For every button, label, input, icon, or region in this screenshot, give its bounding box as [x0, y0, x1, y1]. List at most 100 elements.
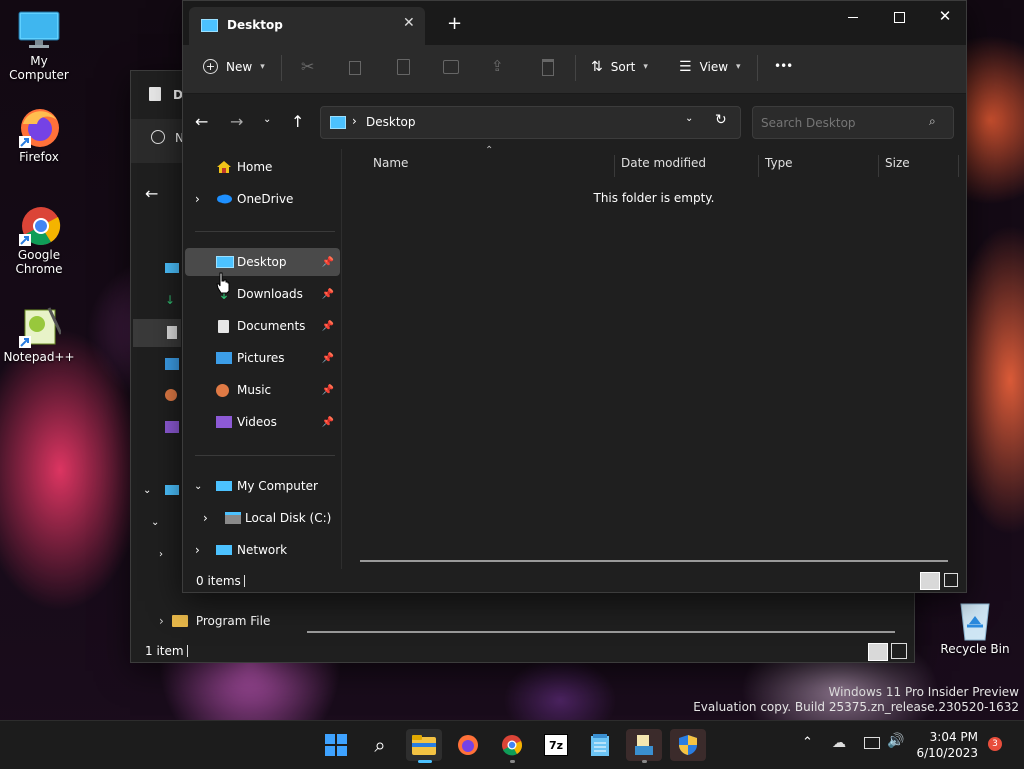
desktop-icon-my-computer[interactable]: My Computer	[1, 8, 77, 82]
new-button-label: New	[226, 59, 253, 74]
desktop-icon-firefox[interactable]: Firefox	[1, 104, 77, 164]
back-arrow-icon[interactable]: ←	[145, 184, 158, 203]
taskbar-file-explorer[interactable]	[406, 729, 442, 763]
nav-item-documents[interactable]: Documents 📌	[185, 312, 340, 340]
search-input[interactable]	[759, 113, 923, 133]
nav-item-onedrive[interactable]: › OneDrive	[185, 185, 340, 213]
address-dropdown-icon[interactable]: ⌄	[685, 113, 693, 124]
view-button[interactable]: ☰ View ▾	[679, 59, 741, 75]
address-bar[interactable]: › Desktop ⌄ ↻	[320, 106, 741, 139]
taskbar-firefox[interactable]	[450, 729, 486, 761]
taskbar-security[interactable]	[670, 729, 706, 761]
nav-item-desktop[interactable]: Desktop 📌	[185, 248, 340, 276]
breadcrumb-separator-icon: ›	[352, 114, 357, 128]
explorer-window[interactable]: Desktop ✕ + ✕ + New ▾ ✂ ⇪ ⇅ Sort ▾ ☰ Vie…	[182, 0, 967, 593]
column-separator[interactable]	[758, 155, 759, 177]
nav-item-label: Network	[237, 543, 288, 557]
videos-icon	[165, 421, 179, 433]
up-arrow-icon[interactable]: ↑	[291, 112, 304, 131]
new-button[interactable]: + New ▾	[203, 59, 265, 74]
details-view-icon[interactable]	[920, 572, 940, 590]
delete-icon[interactable]	[542, 59, 554, 76]
windows-logo-icon	[325, 734, 347, 756]
horizontal-scrollbar[interactable]	[360, 560, 948, 562]
column-header-size[interactable]: Size	[885, 149, 910, 177]
back-arrow-icon[interactable]: ←	[195, 112, 208, 131]
clock[interactable]: 3:04 PM 6/10/2023	[912, 729, 978, 761]
paste-icon[interactable]	[397, 59, 410, 75]
chevron-right-icon[interactable]: ›	[195, 543, 200, 557]
desktop-icon-recycle-bin[interactable]: Recycle Bin	[937, 596, 1013, 656]
nav-item-label: Downloads	[237, 287, 303, 301]
firefox-icon	[458, 735, 478, 755]
show-hidden-icons-button[interactable]: ⌃	[802, 735, 813, 750]
document-icon	[167, 326, 177, 339]
close-tab-icon[interactable]: ✕	[403, 15, 415, 31]
taskbar-control-panel[interactable]	[626, 729, 662, 763]
nav-item-music[interactable]: Music 📌	[185, 376, 340, 404]
nav-item-home[interactable]: Home	[185, 153, 340, 181]
taskbar-chrome[interactable]	[494, 729, 530, 763]
desktop-folder-icon	[165, 263, 179, 273]
tree-item-program-files[interactable]: › Program File	[159, 611, 270, 631]
network-disconnected-icon[interactable]: ☁	[832, 735, 846, 751]
column-separator[interactable]	[958, 155, 959, 177]
minimize-icon	[848, 16, 858, 18]
chevron-right-icon[interactable]: ›	[195, 192, 200, 206]
copy-icon[interactable]	[349, 61, 361, 75]
notepad-icon	[591, 734, 609, 756]
minimize-button[interactable]	[835, 7, 871, 27]
maximize-button[interactable]	[881, 7, 917, 27]
breadcrumb[interactable]: Desktop	[366, 115, 416, 129]
column-header-date-modified[interactable]: Date modified	[621, 149, 706, 177]
chevron-down-icon[interactable]: ⌄	[151, 517, 159, 528]
column-separator[interactable]	[614, 155, 615, 177]
taskbar-7zip[interactable]: 7z	[538, 729, 574, 761]
column-header-type[interactable]: Type	[765, 149, 793, 177]
desktop-icon-chrome[interactable]: Google Chrome	[1, 202, 77, 276]
tiles-view-icon[interactable]	[944, 573, 958, 587]
column-header-name[interactable]: Name	[373, 149, 408, 177]
details-view-icon[interactable]	[868, 643, 888, 661]
start-button[interactable]	[318, 729, 354, 761]
nav-item-my-computer[interactable]: ⌄ My Computer	[185, 472, 340, 500]
taskbar-notepad[interactable]	[582, 729, 618, 761]
volume-icon[interactable]: 🔊	[887, 733, 904, 749]
chevron-down-icon[interactable]: ⌄	[194, 481, 202, 492]
share-icon[interactable]: ⇪	[491, 57, 504, 75]
nav-item-downloads[interactable]: ↓ Downloads 📌	[185, 280, 340, 308]
folder-icon	[149, 87, 161, 101]
chevron-down-icon[interactable]: ⌄	[143, 485, 151, 496]
desktop-folder-icon	[330, 116, 346, 129]
forward-arrow-icon[interactable]: →	[230, 112, 243, 131]
toolbar-divider	[575, 55, 576, 81]
nav-item-network[interactable]: › Network	[185, 536, 340, 564]
search-button[interactable]: ⌕	[362, 729, 398, 761]
nav-item-local-disk[interactable]: › Local Disk (C:)	[185, 504, 340, 532]
nav-item-videos[interactable]: Videos 📌	[185, 408, 340, 436]
column-separator[interactable]	[878, 155, 879, 177]
tiles-view-icon[interactable]	[891, 643, 907, 659]
pictures-icon	[216, 352, 232, 364]
pin-icon: 📌	[321, 416, 334, 428]
refresh-icon[interactable]: ↻	[715, 112, 727, 128]
back-hscrollbar[interactable]	[307, 631, 895, 633]
cut-icon[interactable]: ✂	[301, 57, 314, 76]
recent-locations-icon[interactable]: ⌄	[263, 114, 271, 125]
tab-desktop[interactable]: Desktop ✕	[189, 7, 425, 45]
display-icon[interactable]	[864, 737, 880, 749]
chevron-right-icon[interactable]: ›	[159, 549, 163, 560]
nav-item-pictures[interactable]: Pictures 📌	[185, 344, 340, 372]
chevron-right-icon[interactable]: ›	[203, 511, 208, 525]
desktop-icon-notepadpp[interactable]: Notepad++	[1, 304, 77, 364]
sort-button[interactable]: ⇅ Sort ▾	[591, 59, 648, 75]
chrome-icon	[17, 202, 61, 246]
chevron-down-icon: ▾	[260, 61, 265, 72]
search-box[interactable]: ⌕	[752, 106, 954, 139]
close-button[interactable]: ✕	[927, 5, 963, 27]
more-options-button[interactable]: •••	[774, 59, 793, 73]
rename-icon[interactable]	[443, 60, 459, 74]
new-tab-button[interactable]: +	[447, 13, 462, 34]
notification-badge[interactable]: 3	[988, 737, 1002, 751]
desktop-icon-label: My Computer	[9, 54, 69, 82]
